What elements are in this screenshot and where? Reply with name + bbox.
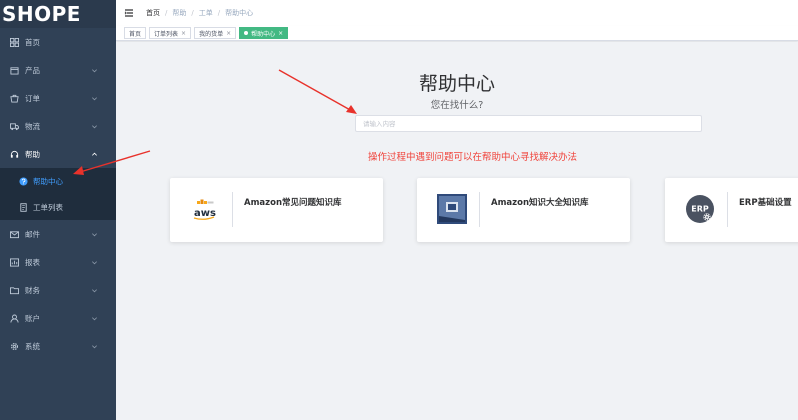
sidebar-item-label: 报表 [25,257,40,267]
sidebar-item-label: 帮助 [25,149,40,159]
chevron-down-icon [91,287,98,294]
breadcrumb-separator: / [191,9,194,17]
folder-icon [10,286,19,295]
sidebar-item-home[interactable]: 首页 [0,28,116,56]
card-title: Amazon常见问题知识库 [244,198,342,208]
user-icon [10,314,19,323]
tag-my-cargo[interactable]: 我的货单 × [194,27,237,39]
sidebar-item-label: 账户 [25,313,40,323]
chevron-down-icon [91,95,98,102]
sidebar: SHOPE 首页 产品 订单 物流 帮助 帮助中心 工单列表 邮件 报表 财务 … [0,0,116,420]
sidebar-item-label: 产品 [25,65,40,75]
report-icon [10,257,19,267]
erp-book-logo [437,194,467,224]
tags-view: 首页 订单列表 × 我的货单 × 帮助中心 × [116,26,798,41]
page-subtitle: 您在找什么? [430,100,484,111]
gear-icon [10,342,19,351]
sidebar-item-label: 财务 [25,285,40,295]
sidebar-item-label: 工单列表 [33,202,63,212]
card-erp-settings[interactable]: ERP ERP基础设置 [665,178,798,242]
card-amazon-knowledge[interactable]: Amazon知识大全知识库 [417,178,630,242]
hint-text: 操作过程中遇到问题可以在帮助中心寻找解决办法 [368,152,578,163]
mail-icon [10,230,19,239]
card-divider [232,192,233,227]
chevron-down-icon [91,315,98,322]
card-amazon-faq[interactable]: aws Amazon常见问题知识库 [170,178,383,242]
erp-logo-text: ERP [691,205,709,214]
headset-icon [10,150,19,159]
ticket-icon [19,202,28,212]
breadcrumb-item: 帮助中心 [225,9,254,17]
logo[interactable]: SHOPE [0,0,116,28]
dashboard-icon [10,37,19,47]
sidebar-item-label: 物流 [25,121,40,131]
tag-home[interactable]: 首页 [124,27,147,39]
sidebar-item-report[interactable]: 报表 [0,248,116,276]
navbar: 首页 / 帮助 / 工单 / 帮助中心 [116,0,798,26]
tag-help-center[interactable]: 帮助中心 × [239,27,289,39]
card-title: ERP基础设置 [739,198,792,208]
sidebar-item-order[interactable]: 订单 [0,84,116,112]
sidebar-item-label: 系统 [25,341,40,351]
tag-label: 订单列表 [154,30,179,38]
truck-icon [10,122,19,131]
tag-label: 首页 [129,30,142,38]
chevron-up-icon [91,151,98,158]
page-title: 帮助中心 [418,73,495,95]
tag-label: 帮助中心 [251,30,276,38]
help-submenu: 帮助中心 工单列表 [0,168,116,220]
close-icon[interactable]: × [278,30,283,37]
chevron-down-icon [91,123,98,130]
chevron-down-icon [91,259,98,266]
breadcrumb: 首页 / 帮助 / 工单 / 帮助中心 [146,8,253,18]
sidebar-item-product[interactable]: 产品 [0,56,116,84]
product-icon [10,66,19,75]
breadcrumb-item: 帮助 [172,9,187,17]
logo-text: SHOPE [2,2,81,26]
card-divider [727,192,728,227]
breadcrumb-item: 工单 [198,9,213,17]
tag-order-list[interactable]: 订单列表 × [149,27,192,39]
sidebar-item-logistics[interactable]: 物流 [0,112,116,140]
search-input[interactable] [355,115,702,132]
breadcrumb-separator: / [217,9,221,17]
breadcrumb-separator: / [165,9,168,17]
aws-logo: aws [190,194,220,224]
sidebar-item-label: 邮件 [25,229,40,239]
close-icon[interactable]: × [226,30,231,37]
erp-gear-logo: ERP [685,194,715,224]
main-content: 帮助中心 您在找什么? 操作过程中遇到问题可以在帮助中心寻找解决办法 aws A… [116,42,798,420]
sidebar-item-mail[interactable]: 邮件 [0,220,116,248]
sidebar-item-label: 首页 [25,37,40,47]
sidebar-item-ticket-list[interactable]: 工单列表 [0,194,116,220]
chevron-down-icon [91,231,98,238]
chevron-down-icon [91,67,98,74]
sidebar-item-help-center[interactable]: 帮助中心 [0,168,116,194]
close-icon[interactable]: × [181,30,186,37]
sidebar-item-finance[interactable]: 财务 [0,276,116,304]
active-dot-icon [244,31,249,35]
card-title: Amazon知识大全知识库 [491,198,589,208]
chevron-down-icon [91,343,98,350]
sidebar-item-help[interactable]: 帮助 [0,140,116,168]
hamburger-icon[interactable] [124,8,134,18]
tag-label: 我的货单 [199,30,224,38]
sidebar-item-system[interactable]: 系统 [0,332,116,360]
sidebar-item-label: 帮助中心 [33,176,63,186]
sidebar-item-account[interactable]: 账户 [0,304,116,332]
order-icon [10,94,19,103]
card-divider [479,192,480,227]
sidebar-item-label: 订单 [25,93,40,103]
question-icon [19,176,28,186]
breadcrumb-item[interactable]: 首页 [146,8,160,18]
